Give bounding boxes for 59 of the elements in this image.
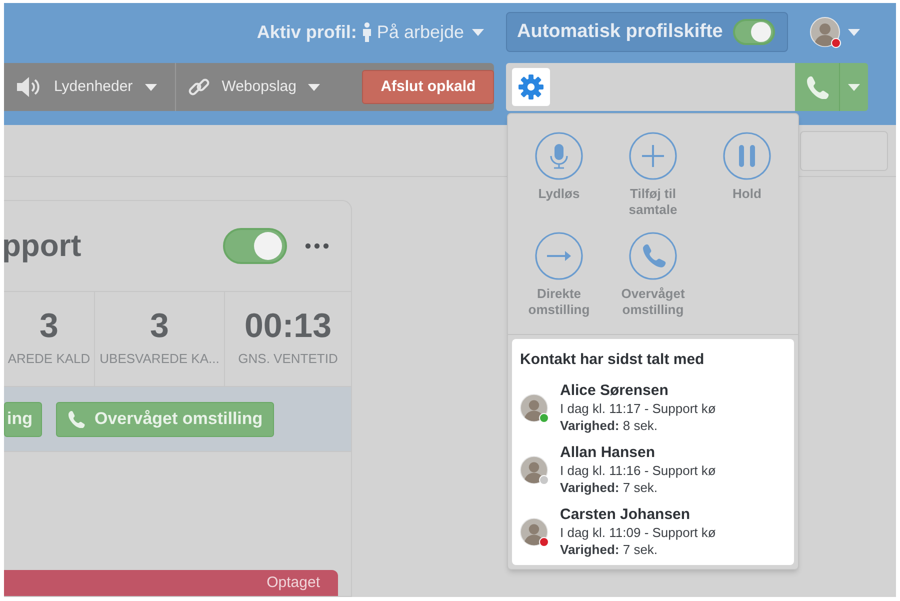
contact-duration: Varighed: 8 sek. bbox=[560, 416, 659, 434]
auto-profile-label: Automatisk profilskifte bbox=[517, 20, 723, 44]
call-action[interactable]: Lydløs bbox=[512, 132, 606, 218]
toggle-switch[interactable] bbox=[223, 228, 287, 264]
queue-title: pport bbox=[4, 226, 82, 265]
stat-value: 00:13 bbox=[244, 309, 332, 344]
phone-icon bbox=[629, 232, 677, 280]
profile-label: Aktiv profil: bbox=[256, 20, 357, 44]
more-icon[interactable] bbox=[305, 243, 329, 249]
caret-icon bbox=[308, 84, 320, 90]
profile-dropdown[interactable]: På arbejde bbox=[376, 18, 484, 46]
contact-duration: Varighed: 7 sek. bbox=[560, 540, 659, 558]
caret-icon bbox=[144, 84, 157, 90]
status-label: Optaget bbox=[266, 572, 320, 593]
call-action[interactable]: Overvåget omstilling bbox=[606, 232, 700, 318]
caret-icon bbox=[848, 28, 860, 36]
end-call-button[interactable]: Afslut opkald bbox=[362, 70, 494, 104]
toggle-switch[interactable] bbox=[733, 19, 775, 45]
dial-field[interactable] bbox=[506, 63, 795, 111]
stat-label: GNS. VENTETID bbox=[238, 350, 338, 368]
contact-detail: I dag kl. 11:16 - Support kø bbox=[560, 462, 716, 478]
call-button[interactable] bbox=[795, 63, 839, 111]
phone-icon bbox=[805, 75, 829, 99]
recent-contacts-title: Kontakt har sidst talt med bbox=[520, 350, 706, 370]
transfer-button[interactable]: Overvåget omstilling bbox=[56, 402, 274, 436]
call-action[interactable]: Tilføj til samtale bbox=[606, 132, 700, 218]
avatar-silhouette-icon bbox=[810, 17, 840, 47]
stat-label: UBESVAREDE KA... bbox=[100, 350, 220, 368]
call-action[interactable]: Hold bbox=[700, 132, 794, 218]
call-action[interactable]: Direkte omstilling bbox=[512, 232, 606, 318]
link-icon bbox=[188, 76, 210, 98]
transfer-button[interactable]: ing bbox=[4, 402, 42, 436]
avatar-silhouette-icon bbox=[520, 456, 548, 484]
contact-duration: Varighed: 7 sek. bbox=[560, 478, 659, 496]
pause-icon bbox=[723, 132, 771, 180]
toolbar-dropdown[interactable]: Webopslag bbox=[188, 76, 320, 98]
phone-icon bbox=[66, 410, 84, 428]
contact-name: Carsten Johansen bbox=[560, 506, 692, 524]
stat-value: 3 bbox=[150, 309, 169, 344]
arrow-right-icon bbox=[535, 232, 583, 280]
contact-detail: I dag kl. 11:09 - Support kø bbox=[560, 524, 716, 540]
settings-icon bbox=[518, 74, 544, 100]
contact-name: Allan Hansen bbox=[560, 444, 656, 462]
settings-button[interactable] bbox=[512, 68, 550, 106]
toolbar-dropdown[interactable]: Lydenheder bbox=[16, 76, 157, 98]
avatar-silhouette-icon bbox=[520, 518, 548, 546]
microphone-icon bbox=[535, 132, 583, 180]
caret-icon bbox=[472, 28, 484, 36]
person-icon bbox=[360, 22, 373, 42]
plus-icon bbox=[629, 132, 677, 180]
contact-name: Alice Sørensen bbox=[560, 382, 670, 400]
search-field[interactable] bbox=[800, 131, 888, 171]
stat-value: 3 bbox=[40, 309, 58, 344]
contact-detail: I dag kl. 11:17 - Support kø bbox=[560, 400, 716, 416]
caret-icon bbox=[848, 84, 860, 90]
stat-label: AREDE KALD bbox=[8, 350, 90, 368]
call-options-button[interactable] bbox=[839, 63, 868, 111]
avatar-silhouette-icon bbox=[520, 394, 548, 422]
speaker-icon bbox=[16, 76, 42, 98]
